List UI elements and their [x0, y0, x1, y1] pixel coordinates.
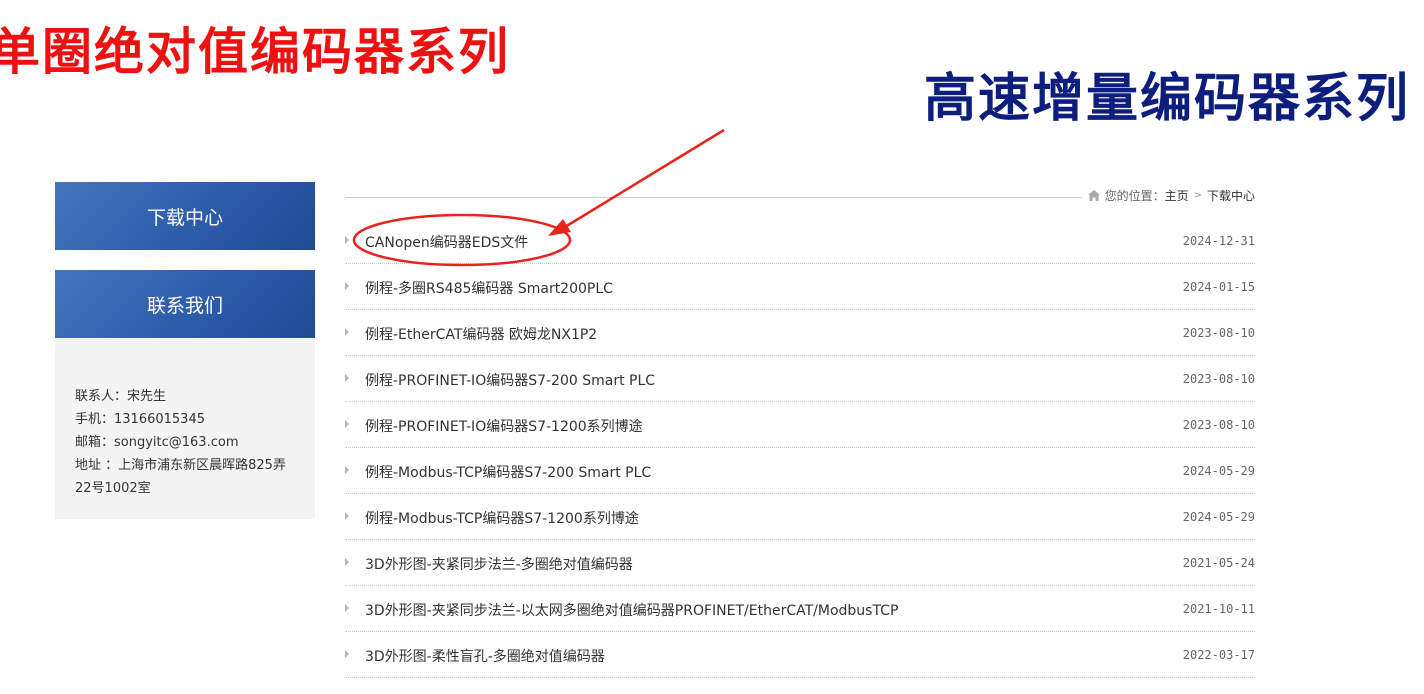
bullet-arrow-icon — [345, 282, 349, 290]
download-title-link[interactable]: 例程-PROFINET-IO编码器S7-1200系列博途 — [365, 416, 643, 436]
list-item[interactable]: 3D外形图-夹紧同步法兰-以太网多圈绝对值编码器PROFINET/EtherCA… — [345, 586, 1255, 632]
contact-panel: 联系人：宋先生 手机：13166015345 邮箱：songyitc@163.c… — [55, 339, 315, 519]
download-date: 2024-05-29 — [1182, 464, 1255, 478]
download-title-link[interactable]: 例程-Modbus-TCP编码器S7-1200系列博途 — [365, 508, 639, 528]
sidebar-download-center[interactable]: 下载中心 — [55, 182, 315, 250]
list-item[interactable]: 3D外形图-夹紧同步法兰-多圈绝对值编码器 2021-05-24 — [345, 540, 1255, 586]
bullet-arrow-icon — [345, 558, 349, 566]
download-date: 2023-08-10 — [1182, 372, 1255, 386]
sidebar-contact-us-label: 联系我们 — [146, 294, 223, 317]
bullet-arrow-icon — [345, 328, 349, 336]
banner-high-speed-incremental[interactable]: 高速增量编码器系列 — [924, 56, 1410, 131]
download-title-link[interactable]: 3D外形图-夹紧同步法兰-多圈绝对值编码器 — [365, 554, 633, 574]
download-date: 2021-05-24 — [1182, 556, 1255, 570]
breadcrumb-separator: > — [1193, 190, 1202, 201]
download-date: 2023-08-10 — [1182, 418, 1255, 432]
download-date: 2021-10-11 — [1182, 602, 1255, 616]
list-item[interactable]: CANopen编码器EDS文件 2024-12-31 — [345, 218, 1255, 264]
download-date: 2024-12-31 — [1182, 234, 1255, 248]
breadcrumb-label: 您的位置： — [1104, 189, 1165, 203]
download-title-link[interactable]: 例程-PROFINET-IO编码器S7-200 Smart PLC — [365, 370, 655, 390]
download-title-link[interactable]: CANopen编码器EDS文件 — [365, 232, 528, 252]
bullet-arrow-icon — [345, 512, 349, 520]
list-item[interactable]: 例程-Modbus-TCP编码器S7-200 Smart PLC 2024-05-… — [345, 448, 1255, 494]
download-date: 2022-03-17 — [1182, 648, 1255, 662]
contact-phone: 手机：13166015345 — [75, 412, 205, 427]
list-item[interactable]: 例程-Modbus-TCP编码器S7-1200系列博途 2024-05-29 — [345, 494, 1255, 540]
list-item[interactable]: 例程-EtherCAT编码器 欧姆龙NX1P2 2023-08-10 — [345, 310, 1255, 356]
list-item[interactable]: 例程-多圈RS485编码器 Smart200PLC 2024-01-15 — [345, 264, 1255, 310]
banner-single-turn-absolute[interactable]: 单圈绝对值编码器系列 — [0, 12, 510, 84]
list-item[interactable]: 例程-PROFINET-IO编码器S7-200 Smart PLC 2023-08… — [345, 356, 1255, 402]
bullet-arrow-icon — [345, 420, 349, 428]
bullet-arrow-icon — [345, 604, 349, 612]
download-date: 2024-01-15 — [1182, 280, 1255, 294]
download-date: 2024-05-29 — [1182, 510, 1255, 524]
download-title-link[interactable]: 例程-多圈RS485编码器 Smart200PLC — [365, 278, 613, 298]
sidebar-download-center-label: 下载中心 — [146, 206, 223, 229]
contact-address: 地址 ：上海市浦东新区晨晖路825弄22号1002室 — [75, 458, 286, 496]
bullet-arrow-icon — [345, 236, 349, 244]
download-title-link[interactable]: 例程-EtherCAT编码器 欧姆龙NX1P2 — [365, 324, 597, 344]
bullet-arrow-icon — [345, 374, 349, 382]
bullet-arrow-icon — [345, 650, 349, 658]
download-date: 2023-08-10 — [1182, 326, 1255, 340]
pointer-arrow-line — [559, 128, 725, 232]
list-item[interactable]: 3D外形图-柔性盲孔-多圈绝对值编码器 2022-03-17 — [345, 632, 1255, 678]
contact-info: 联系人：宋先生 手机：13166015345 邮箱：songyitc@163.c… — [75, 385, 297, 500]
breadcrumb-current[interactable]: 下载中心 — [1207, 187, 1255, 204]
download-title-link[interactable]: 例程-Modbus-TCP编码器S7-200 Smart PLC — [365, 462, 651, 482]
home-icon — [1087, 190, 1100, 201]
breadcrumb: 您的位置： 主页 > 下载中心 — [1081, 187, 1255, 204]
download-title-link[interactable]: 3D外形图-夹紧同步法兰-以太网多圈绝对值编码器PROFINET/EtherCA… — [365, 600, 898, 620]
contact-person: 联系人：宋先生 — [75, 389, 167, 404]
breadcrumb-home-link[interactable]: 主页 — [1165, 187, 1189, 204]
contact-email: 邮箱：songyitc@163.com — [75, 435, 239, 450]
page: 单圈绝对值编码器系列 高速增量编码器系列 下载中心 联系我们 联系人：宋先生 手… — [0, 0, 1424, 694]
list-item[interactable]: 例程-PROFINET-IO编码器S7-1200系列博途 2023-08-10 — [345, 402, 1255, 448]
download-title-link[interactable]: 3D外形图-柔性盲孔-多圈绝对值编码器 — [365, 646, 605, 666]
bullet-arrow-icon — [345, 466, 349, 474]
sidebar-contact-us[interactable]: 联系我们 — [55, 270, 315, 338]
download-list: CANopen编码器EDS文件 2024-12-31 例程-多圈RS485编码器 … — [345, 218, 1255, 678]
